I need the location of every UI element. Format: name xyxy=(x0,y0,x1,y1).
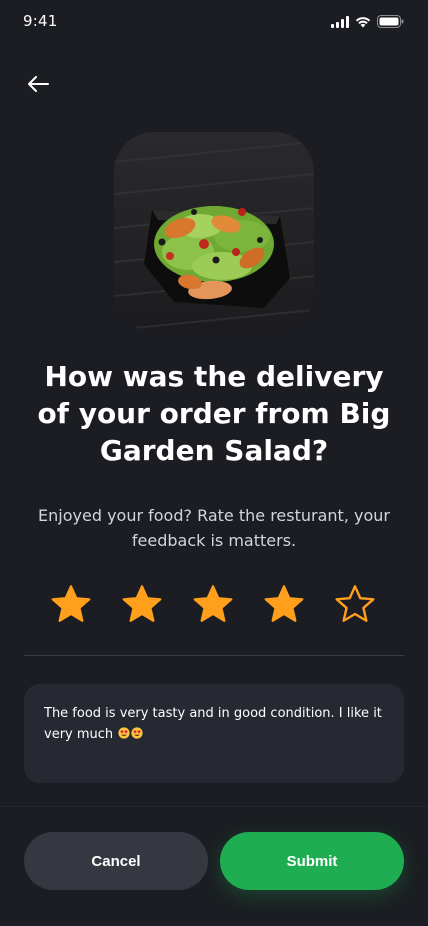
divider xyxy=(24,655,404,656)
star-rating xyxy=(49,583,380,627)
star-5[interactable] xyxy=(333,583,377,627)
star-2[interactable] xyxy=(120,583,164,627)
signal-icon xyxy=(331,15,349,28)
submit-button[interactable]: Submit xyxy=(220,832,404,890)
star-filled-icon xyxy=(51,585,91,622)
bottom-divider xyxy=(0,806,428,807)
status-time: 9:41 xyxy=(23,12,58,30)
star-filled-icon xyxy=(193,585,233,622)
star-1[interactable] xyxy=(49,583,93,627)
heart-eyes-emoji xyxy=(131,727,143,739)
page-title: How was the delivery of your order from … xyxy=(37,360,391,467)
back-button[interactable] xyxy=(22,70,54,98)
status-icons xyxy=(331,15,404,28)
star-3[interactable] xyxy=(191,583,235,627)
star-4[interactable] xyxy=(262,583,306,627)
star-filled-icon xyxy=(264,585,304,622)
page-subtitle: Enjoyed your food? Rate the resturant, y… xyxy=(38,506,390,550)
wifi-icon xyxy=(355,16,371,27)
star-filled-icon xyxy=(122,585,162,622)
feedback-content: The food is very tasty and in good condi… xyxy=(44,703,384,745)
feedback-input[interactable]: The food is very tasty and in good condi… xyxy=(24,684,404,783)
status-bar: 9:41 xyxy=(0,0,428,44)
star-outline-icon xyxy=(335,585,375,622)
cancel-button[interactable]: Cancel xyxy=(24,832,208,890)
food-image xyxy=(114,132,314,332)
feedback-text: The food is very tasty and in good condi… xyxy=(44,706,382,742)
heart-eyes-emoji xyxy=(118,727,130,739)
battery-icon xyxy=(377,15,404,28)
arrow-left-icon xyxy=(28,76,49,92)
salad-bowl-photo xyxy=(114,132,314,332)
